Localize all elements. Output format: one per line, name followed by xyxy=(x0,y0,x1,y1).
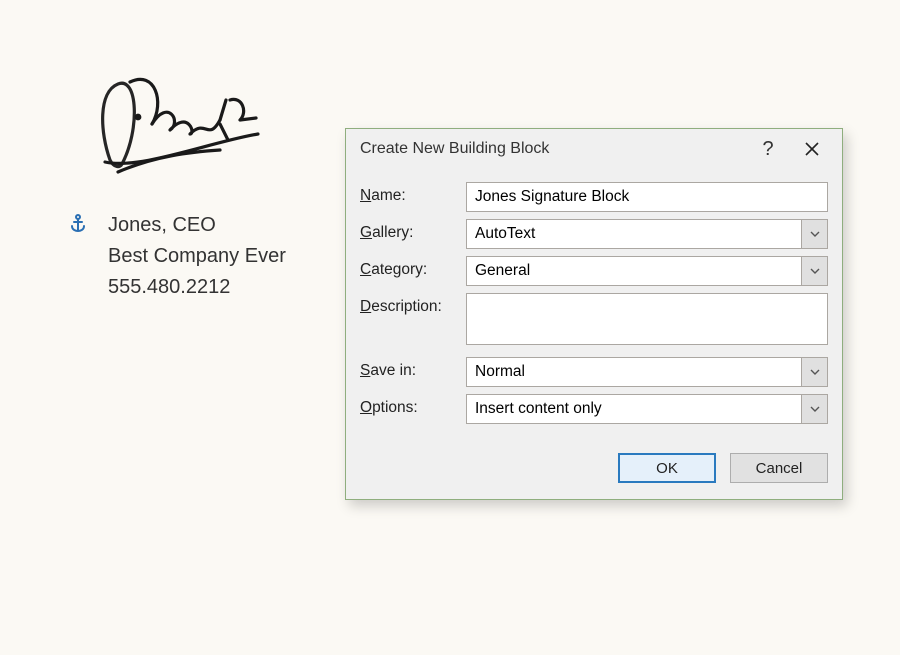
chevron-down-icon[interactable] xyxy=(802,219,828,249)
category-value: General xyxy=(466,256,802,286)
signature-text-block: Jones, CEO Best Company Ever 555.480.221… xyxy=(70,210,286,303)
description-label: Description: xyxy=(360,293,466,316)
options-select[interactable]: Insert content only xyxy=(466,394,828,424)
help-button[interactable]: ? xyxy=(746,134,790,164)
signature-line-2: Best Company Ever xyxy=(108,241,286,272)
create-building-block-dialog: Create New Building Block ? Name: Galler… xyxy=(345,128,843,500)
chevron-down-icon[interactable] xyxy=(802,357,828,387)
gallery-value: AutoText xyxy=(466,219,802,249)
gallery-select[interactable]: AutoText xyxy=(466,219,828,249)
anchor-icon xyxy=(70,214,86,237)
name-label: Name: xyxy=(360,182,466,205)
chevron-down-icon[interactable] xyxy=(802,394,828,424)
signature-line-3: 555.480.2212 xyxy=(108,272,286,303)
savein-select[interactable]: Normal xyxy=(466,357,828,387)
savein-label: Save in: xyxy=(360,357,466,380)
description-input[interactable] xyxy=(466,293,828,345)
signature-line-1: Jones, CEO xyxy=(108,210,286,241)
dialog-title: Create New Building Block xyxy=(360,140,746,158)
cancel-button[interactable]: Cancel xyxy=(730,453,828,483)
category-label: Category: xyxy=(360,256,466,279)
dialog-titlebar: Create New Building Block ? xyxy=(346,129,842,169)
chevron-down-icon[interactable] xyxy=(802,256,828,286)
name-input[interactable] xyxy=(466,182,828,212)
savein-value: Normal xyxy=(466,357,802,387)
signature-image xyxy=(70,72,290,182)
ok-button[interactable]: OK xyxy=(618,453,716,483)
close-button[interactable] xyxy=(790,134,834,164)
gallery-label: Gallery: xyxy=(360,219,466,242)
category-select[interactable]: General xyxy=(466,256,828,286)
options-value: Insert content only xyxy=(466,394,802,424)
options-label: Options: xyxy=(360,394,466,417)
